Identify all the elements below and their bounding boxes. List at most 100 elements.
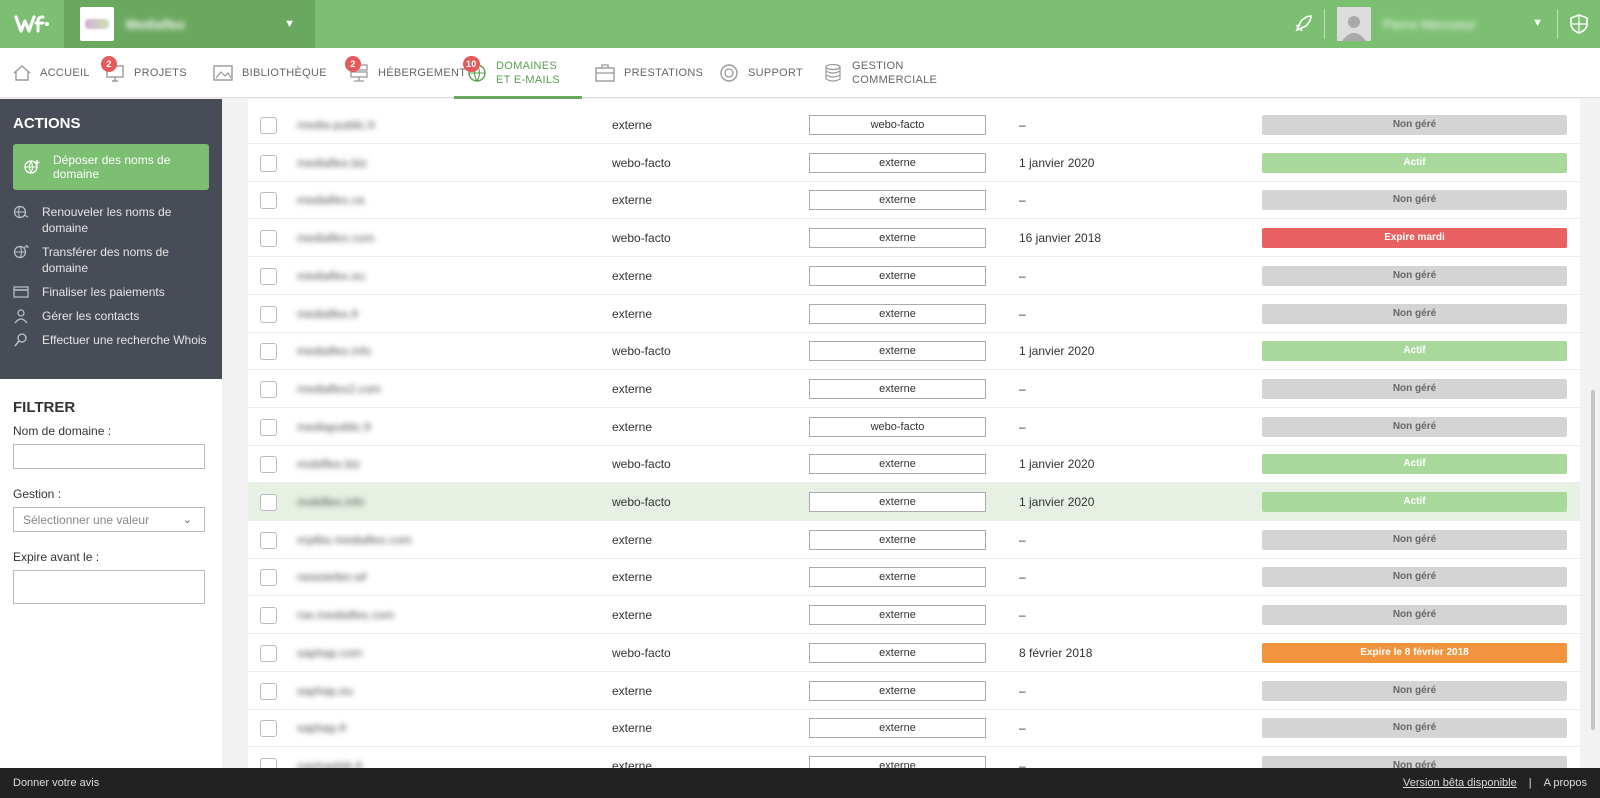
row-checkbox[interactable] [260, 682, 277, 700]
user-menu[interactable]: Pierre Mercoeur ▼ [1325, 0, 1557, 48]
domain-name[interactable]: mediaflex.ca [297, 193, 364, 207]
nav-item-3[interactable]: Hébergement 2 [336, 48, 466, 98]
row-checkbox[interactable] [260, 720, 277, 738]
table-row[interactable]: mediaflex.fr externe externe – Non géré [248, 295, 1580, 333]
table-row[interactable]: saphapbib.fr externe externe – Non géré [248, 747, 1580, 768]
row-checkbox[interactable] [260, 305, 277, 323]
table-row[interactable]: mediaflex.eu externe externe – Non géré [248, 257, 1580, 295]
row-checkbox[interactable] [260, 644, 277, 662]
row-checkbox[interactable] [260, 117, 277, 134]
action-item-2[interactable]: Finaliser les paiements [13, 280, 209, 304]
about-link[interactable]: A propos [1544, 777, 1587, 789]
rocket-button[interactable] [1282, 0, 1324, 48]
action-item-4[interactable]: Effectuer une recherche Whois [13, 328, 209, 352]
expire-before-input[interactable] [13, 570, 205, 604]
management-button[interactable]: externe [809, 642, 986, 663]
feedback-link[interactable]: Donner votre avis [13, 777, 99, 789]
table-row[interactable]: mobiflex.info webo-facto externe 1 janvier … [248, 483, 1580, 521]
nav-item-7[interactable]: Gestion commerciale [810, 48, 940, 98]
user-icon [13, 308, 29, 324]
domain-name[interactable]: saphapbib.fr [297, 759, 363, 768]
action-item-1[interactable]: Transférer des noms de domaine [13, 240, 209, 280]
management-button[interactable]: externe [809, 567, 986, 588]
domain-name[interactable]: rse.mediaflex.com [297, 608, 394, 622]
domain-name[interactable]: media-public.fr [297, 118, 376, 132]
row-checkbox[interactable] [260, 154, 277, 172]
table-row[interactable]: mobiflex.biz webo-facto externe 1 janvier 2… [248, 445, 1580, 484]
management-button[interactable]: externe [809, 265, 986, 286]
action-item-3[interactable]: Gérer les contacts [13, 304, 209, 328]
domain-name[interactable]: mobiflex.info [297, 495, 364, 509]
domain-name[interactable]: mylibs.mediaflex.com [297, 533, 412, 547]
domain-name[interactable]: mediaflex.info [297, 344, 371, 358]
register-domains-button[interactable]: Déposer des noms de domaine [13, 144, 209, 190]
table-row[interactable]: mediapublic.fr externe webo-facto – Non géré [248, 408, 1580, 446]
domain-name[interactable]: saphap.fr [297, 721, 347, 735]
row-checkbox[interactable] [260, 267, 277, 285]
scrollbar-thumb[interactable] [1591, 390, 1595, 730]
action-item-0[interactable]: Renouveler les noms de domaine [13, 200, 209, 240]
management-button[interactable]: externe [809, 492, 986, 512]
table-row[interactable]: mediaflex2.com externe externe – Non géré [248, 370, 1580, 408]
row-checkbox[interactable] [260, 531, 277, 549]
beta-version-link[interactable]: Version bêta disponible [1403, 777, 1517, 789]
table-row[interactable]: saphap.com webo-facto externe 8 février 201… [248, 634, 1580, 672]
domain-name[interactable]: mediapublic.fr [297, 420, 372, 434]
domain-name[interactable]: newsletter.wf [297, 570, 366, 584]
management-button[interactable]: externe [809, 454, 986, 475]
row-checkbox[interactable] [260, 456, 277, 474]
management-button[interactable]: externe [809, 341, 986, 362]
table-row[interactable]: newsletter.wf externe externe – Non géré [248, 558, 1580, 597]
table-row[interactable]: mediaflex.info webo-facto externe 1 janvier… [248, 332, 1580, 371]
management-button[interactable]: externe [809, 680, 986, 701]
domain-name[interactable]: mediaflex2.com [297, 382, 381, 396]
management-button[interactable]: externe [809, 190, 986, 211]
company-switcher[interactable]: Mediaflex ▼ [64, 0, 315, 48]
table-row[interactable]: saphap.fr externe externe – Non géré [248, 709, 1580, 748]
nav-item-4[interactable]: Domaines et e-mails 10 [454, 48, 582, 99]
table-row[interactable]: media-public.fr externe webo-facto – Non gér… [248, 106, 1580, 144]
scrollbar-track[interactable] [1580, 99, 1600, 768]
management-button[interactable]: webo-facto [809, 115, 986, 135]
row-checkbox[interactable] [260, 494, 277, 511]
table-row[interactable]: mediaflex.ca externe externe – Non géré [248, 181, 1580, 220]
row-checkbox[interactable] [260, 418, 277, 436]
management-button[interactable]: webo-facto [809, 416, 986, 437]
domain-name[interactable]: mediaflex.com [297, 231, 374, 245]
management-button[interactable]: externe [809, 529, 986, 550]
nav-item-6[interactable]: Support [706, 48, 810, 98]
management-button[interactable]: externe [809, 152, 986, 173]
row-checkbox[interactable] [260, 380, 277, 398]
domain-name[interactable]: mediaflex.biz [297, 156, 367, 170]
table-row[interactable]: mediaflex.com webo-facto externe 16 janvier… [248, 219, 1580, 258]
domain-name[interactable]: mediaflex.eu [297, 269, 365, 283]
management-button[interactable]: externe [809, 378, 986, 399]
webofacto-logo[interactable] [0, 0, 64, 48]
domain-name[interactable]: mediaflex.fr [297, 307, 359, 321]
row-checkbox[interactable] [260, 343, 277, 361]
row-checkbox[interactable] [260, 757, 277, 768]
management-button[interactable]: externe [809, 605, 986, 626]
gestion-select[interactable]: Sélectionner une valeur ⌄ [13, 507, 205, 532]
table-row[interactable]: saphap.eu externe externe – Non géré [248, 672, 1580, 710]
row-checkbox[interactable] [260, 607, 277, 625]
management-button[interactable]: externe [809, 303, 986, 324]
table-row[interactable]: mylibs.mediaflex.com externe externe – Non g… [248, 521, 1580, 559]
domain-name[interactable]: saphap.com [297, 646, 362, 660]
nav-item-2[interactable]: Bibliothèque [200, 48, 336, 98]
domain-name[interactable]: saphap.eu [297, 684, 353, 698]
domain-name[interactable]: mobiflex.biz [297, 457, 360, 471]
nav-item-0[interactable]: Accueil [0, 48, 92, 98]
table-row[interactable]: mediaflex.biz webo-facto externe 1 janvier … [248, 144, 1580, 182]
management-button[interactable]: externe [809, 755, 986, 768]
management-button[interactable]: externe [809, 228, 986, 249]
row-checkbox[interactable] [260, 230, 277, 248]
security-button[interactable] [1558, 0, 1600, 48]
row-checkbox[interactable] [260, 192, 277, 210]
row-checkbox[interactable] [260, 569, 277, 587]
domain-name-input[interactable] [13, 444, 205, 469]
nav-item-1[interactable]: Projets 2 [92, 48, 200, 98]
nav-item-5[interactable]: Prestations [582, 48, 706, 98]
management-button[interactable]: externe [809, 718, 986, 739]
table-row[interactable]: rse.mediaflex.com externe externe – Non géré [248, 596, 1580, 635]
